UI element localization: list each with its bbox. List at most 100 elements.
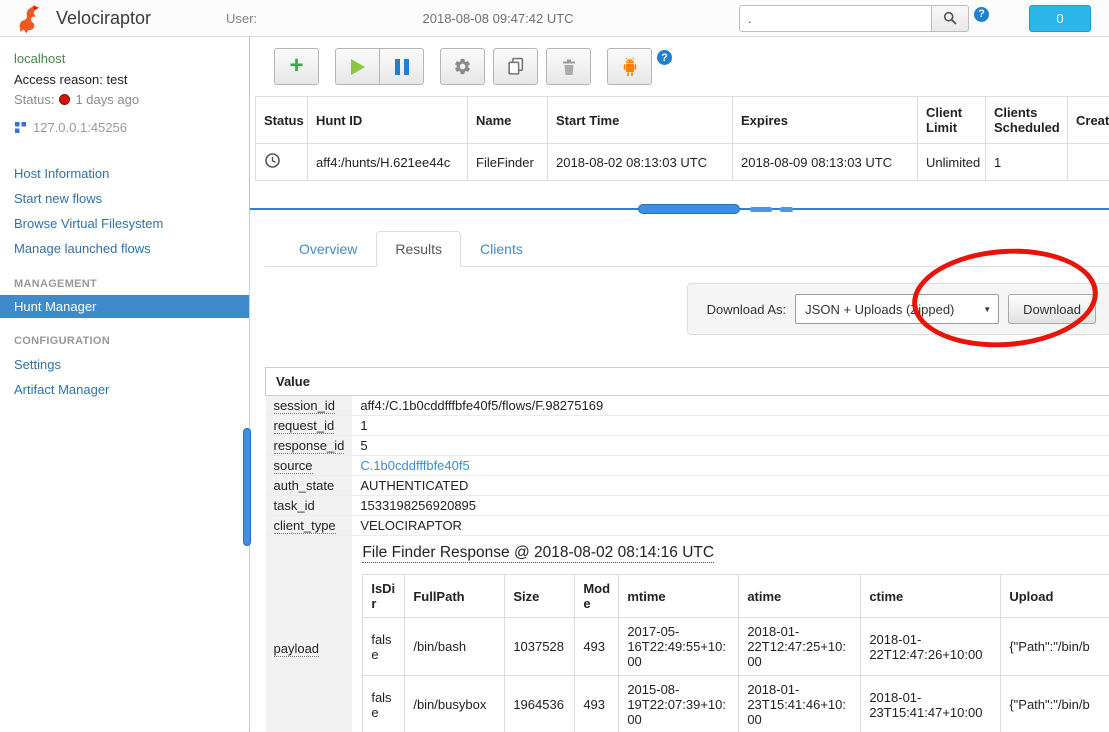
pause-icon bbox=[395, 59, 409, 75]
client-address: 127.0.0.1:45256 bbox=[0, 120, 249, 135]
main-panel: + bbox=[250, 37, 1109, 732]
vertical-scrollbar-thumb[interactable] bbox=[243, 428, 251, 546]
result-key: client_type bbox=[274, 518, 336, 534]
cell-mtime: 2015-08-19T22:07:39+10:00 bbox=[619, 676, 739, 732]
result-value: 5 bbox=[352, 436, 1109, 456]
copy-icon bbox=[507, 57, 525, 76]
cell-ctime: 2018-01-22T12:47:26+10:00 bbox=[861, 618, 1001, 676]
search-icon bbox=[943, 11, 957, 25]
trash-icon bbox=[561, 58, 577, 76]
result-row: source C.1b0cddfffbfe40f5 bbox=[266, 456, 1109, 476]
cell-fullpath: /bin/busybox bbox=[405, 676, 505, 732]
download-format-select[interactable]: JSON + Uploads (Zipped) ▼ bbox=[795, 294, 999, 324]
sidebar-item-browse-virtual-filesystem[interactable]: Browse Virtual Filesystem bbox=[0, 211, 249, 236]
hunt-clients-scheduled-cell: 1 bbox=[986, 144, 1068, 181]
scrollbar-dash bbox=[750, 207, 772, 212]
download-panel: Download As: JSON + Uploads (Zipped) ▼ D… bbox=[687, 283, 1109, 335]
download-as-label: Download As: bbox=[707, 302, 787, 317]
run-flow-on-clients-button[interactable] bbox=[607, 48, 652, 85]
app-title: Velociraptor bbox=[56, 8, 184, 29]
tab-clients[interactable]: Clients bbox=[461, 231, 542, 267]
col-clients-scheduled: Clients Scheduled bbox=[986, 97, 1068, 144]
search-group: ? bbox=[739, 5, 989, 32]
network-icon bbox=[14, 121, 27, 134]
status-value: 1 days ago bbox=[75, 92, 139, 107]
plus-icon: + bbox=[289, 54, 303, 78]
download-button[interactable]: Download bbox=[1008, 294, 1096, 324]
search-button[interactable] bbox=[931, 5, 969, 32]
cell-atime: 2018-01-22T12:47:25+10:00 bbox=[739, 618, 861, 676]
payload-header-row: IsDir FullPath Size Mode mtime atime cti… bbox=[363, 575, 1109, 618]
sidebar: localhost Access reason: test Status: 1 … bbox=[0, 37, 250, 732]
results-value-header: Value bbox=[266, 368, 1109, 396]
col-expires: Expires bbox=[733, 97, 918, 144]
cell-mtime: 2017-05-16T22:49:55+10:00 bbox=[619, 618, 739, 676]
sidebar-item-artifact-manager[interactable]: Artifact Manager bbox=[0, 377, 249, 402]
android-icon bbox=[621, 57, 639, 77]
hunt-status-cell bbox=[256, 144, 308, 181]
hunt-table: Status Hunt ID Name Start Time Expires C… bbox=[255, 96, 1109, 181]
add-hunt-button[interactable]: + bbox=[274, 48, 319, 85]
configuration-section-header: CONFIGURATION bbox=[0, 335, 249, 347]
help-icon[interactable]: ? bbox=[657, 50, 672, 65]
col-status: Status bbox=[256, 97, 308, 144]
tab-results[interactable]: Results bbox=[376, 231, 461, 267]
result-key: request_id bbox=[274, 418, 335, 434]
pause-hunt-button[interactable] bbox=[379, 48, 424, 85]
help-icon[interactable]: ? bbox=[974, 7, 989, 22]
hunt-row[interactable]: aff4:/hunts/H.621ee44c FileFinder 2018-0… bbox=[256, 144, 1109, 181]
tab-overview[interactable]: Overview bbox=[280, 231, 376, 267]
chevron-down-icon: ▼ bbox=[983, 305, 991, 314]
cell-mode: 493 bbox=[575, 676, 619, 732]
clock-status-icon bbox=[264, 152, 281, 169]
download-format-value: JSON + Uploads (Zipped) bbox=[805, 302, 954, 317]
search-input[interactable] bbox=[739, 5, 931, 32]
delete-hunt-button[interactable] bbox=[546, 48, 591, 85]
result-key: response_id bbox=[274, 438, 345, 454]
sidebar-item-host-information[interactable]: Host Information bbox=[0, 161, 249, 186]
sidebar-item-settings[interactable]: Settings bbox=[0, 352, 249, 377]
result-row: response_id 5 bbox=[266, 436, 1109, 456]
result-value: 1 bbox=[352, 416, 1109, 436]
cell-mode: 493 bbox=[575, 618, 619, 676]
cell-size: 1964536 bbox=[505, 676, 575, 732]
result-row: auth_state AUTHENTICATED bbox=[266, 476, 1109, 496]
copy-hunt-button[interactable] bbox=[493, 48, 538, 85]
pcol-isdir: IsDir bbox=[363, 575, 405, 618]
payload-table: IsDir FullPath Size Mode mtime atime cti… bbox=[362, 574, 1109, 732]
start-hunt-button[interactable] bbox=[335, 48, 380, 85]
hunt-creator-cell bbox=[1068, 144, 1109, 181]
horizontal-scrollbar-thumb[interactable] bbox=[638, 204, 740, 214]
client-link[interactable]: C.1b0cddfffbfe40f5 bbox=[352, 456, 1109, 476]
payload-cell: File Finder Response @ 2018-08-02 08:14:… bbox=[352, 536, 1109, 732]
cell-atime: 2018-01-23T15:41:46+10:00 bbox=[739, 676, 861, 732]
results-table: Value session_id aff4:/C.1b0cddfffbfe40f… bbox=[265, 367, 1109, 732]
modify-hunt-button[interactable] bbox=[440, 48, 485, 85]
cell-upload: {"Path":"/bin/b bbox=[1001, 618, 1109, 676]
result-value: 1533198256920895 bbox=[352, 496, 1109, 516]
result-key: task_id bbox=[274, 498, 315, 513]
col-name: Name bbox=[468, 97, 548, 144]
col-creator: Creat bbox=[1068, 97, 1109, 144]
result-row: request_id 1 bbox=[266, 416, 1109, 436]
host-status: Status: 1 days ago bbox=[0, 92, 249, 107]
modify-group bbox=[440, 48, 599, 85]
cell-size: 1037528 bbox=[505, 618, 575, 676]
pcol-atime: atime bbox=[739, 575, 861, 618]
payload-row: payload File Finder Response @ 2018-08-0… bbox=[266, 536, 1109, 732]
result-key: session_id bbox=[274, 398, 335, 414]
host-name: localhost bbox=[0, 51, 249, 66]
hunt-toolbar: + bbox=[250, 37, 1109, 88]
sidebar-item-start-new-flows[interactable]: Start new flows bbox=[0, 186, 249, 211]
top-header: Velociraptor User: 2018-08-08 09:47:42 U… bbox=[0, 0, 1109, 37]
col-start-time: Start Time bbox=[548, 97, 733, 144]
hunt-table-header-row: Status Hunt ID Name Start Time Expires C… bbox=[256, 97, 1109, 144]
cell-upload: {"Path":"/bin/b bbox=[1001, 676, 1109, 732]
result-row: task_id 1533198256920895 bbox=[266, 496, 1109, 516]
hunt-client-limit-cell: Unlimited bbox=[918, 144, 986, 181]
notifications-button[interactable]: 0 bbox=[1029, 5, 1091, 32]
sidebar-item-hunt-manager[interactable]: Hunt Manager bbox=[0, 295, 249, 318]
hunt-id-cell: aff4:/hunts/H.621ee44c bbox=[308, 144, 468, 181]
horizontal-splitter[interactable] bbox=[250, 203, 1109, 215]
sidebar-item-manage-launched-flows[interactable]: Manage launched flows bbox=[0, 236, 249, 261]
